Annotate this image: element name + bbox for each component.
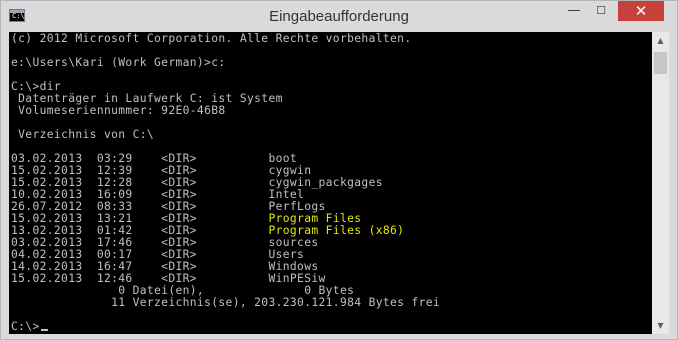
close-button[interactable]: ✕ bbox=[618, 1, 664, 21]
title-bar[interactable]: C:\ Eingabeaufforderung — ☐ ✕ bbox=[1, 1, 677, 32]
console-text: (c) 2012 Microsoft Corporation. Alle Rec… bbox=[11, 33, 440, 333]
console-line: (c) 2012 Microsoft Corporation. Alle Rec… bbox=[11, 32, 412, 45]
console-line: 11 Verzeichnis(se), 203.230.121.984 Byte… bbox=[11, 296, 441, 309]
maximize-button[interactable]: ☐ bbox=[588, 1, 614, 21]
scroll-up-arrow-icon[interactable]: ▲ bbox=[652, 32, 669, 49]
console-line: e:\Users\Kari (Work German)>c: bbox=[11, 56, 226, 69]
vertical-scrollbar[interactable]: ▲ ▼ bbox=[652, 32, 669, 334]
console-line: Volumeseriennummer: 92E0-46B8 bbox=[11, 104, 226, 117]
scroll-down-arrow-icon[interactable]: ▼ bbox=[652, 317, 669, 334]
console-window: C:\ Eingabeaufforderung — ☐ ✕ (c) 2012 M… bbox=[0, 0, 678, 340]
console-line: C:\> bbox=[11, 321, 440, 333]
scrollbar-thumb[interactable] bbox=[654, 52, 667, 74]
console-output[interactable]: (c) 2012 Microsoft Corporation. Alle Rec… bbox=[9, 32, 652, 334]
console-line: Verzeichnis von C:\ bbox=[11, 128, 155, 141]
minimize-button[interactable]: — bbox=[561, 1, 587, 21]
text-cursor bbox=[40, 329, 48, 331]
